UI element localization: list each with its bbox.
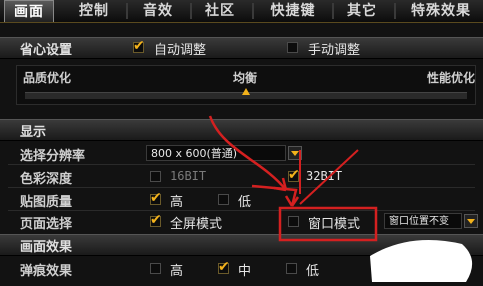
save-settings-bar: 省心设置 自动调整 手动调整 xyxy=(0,37,483,59)
color-32bit-label: 32BIT xyxy=(306,169,343,183)
texture-quality-row: 贴图质量 高 低 xyxy=(0,189,483,210)
tab-hotkeys[interactable]: 快捷键 xyxy=(262,0,324,22)
effects-section-title: 画面效果 xyxy=(20,240,73,255)
tab-bar: 画面 控制 音效 社区 快捷键 其它 特殊效果 xyxy=(0,0,483,23)
display-section-title: 显示 xyxy=(20,125,47,140)
quality-priority-label: 品质优化 xyxy=(23,71,72,85)
tab-special-effects[interactable]: 特殊效果 xyxy=(402,0,480,22)
window-position-arrow-icon[interactable] xyxy=(464,214,478,228)
tab-sound[interactable]: 音效 xyxy=(134,0,182,22)
manual-adjust-label: 手动调整 xyxy=(308,43,361,58)
tab-separator xyxy=(252,3,254,19)
bullet-effect-label: 弹痕效果 xyxy=(20,264,73,279)
windowed-checkbox[interactable] xyxy=(288,216,299,227)
texture-high-checkbox[interactable] xyxy=(150,190,162,206)
save-settings-label: 省心设置 xyxy=(20,43,73,58)
bullet-effect-row: 弹痕效果 高 中 低 xyxy=(0,258,483,279)
balanced-label: 均衡 xyxy=(233,71,258,85)
bullet-low-label: 低 xyxy=(306,264,320,279)
row-divider xyxy=(8,164,475,165)
bullet-high-label: 高 xyxy=(170,264,184,279)
color-depth-row: 色彩深度 16BIT 32BIT xyxy=(0,166,483,187)
texture-high-label: 高 xyxy=(170,195,184,210)
bullet-mid-label: 中 xyxy=(238,264,252,279)
resolution-label: 选择分辨率 xyxy=(20,149,86,164)
tab-separator xyxy=(190,3,192,19)
tab-separator xyxy=(394,3,396,19)
quality-slider-panel: 品质优化 均衡 性能优化 xyxy=(16,65,476,105)
tab-other[interactable]: 其它 xyxy=(340,0,384,22)
page-select-row: 页面选择 全屏模式 窗口模式 窗口位置不变 xyxy=(0,211,483,232)
tab-controls[interactable]: 控制 xyxy=(70,0,118,22)
display-section-header: 显示 xyxy=(0,119,483,141)
window-position-dropdown[interactable]: 窗口位置不变 xyxy=(384,213,462,229)
manual-adjust-checkbox[interactable] xyxy=(287,42,298,53)
tab-separator xyxy=(126,3,128,19)
resolution-row: 选择分辨率 800 x 600(普通) xyxy=(0,143,483,164)
effects-section-header: 画面效果 xyxy=(0,234,483,256)
texture-low-label: 低 xyxy=(238,195,252,210)
bullet-mid-checkbox[interactable] xyxy=(218,259,230,275)
performance-priority-label: 性能优化 xyxy=(426,71,475,85)
windowed-label: 窗口模式 xyxy=(308,217,361,232)
tab-community[interactable]: 社区 xyxy=(198,0,242,22)
tab-separator xyxy=(332,3,334,19)
bullet-high-checkbox[interactable] xyxy=(150,263,161,274)
resolution-dropdown-arrow-icon[interactable] xyxy=(288,146,302,160)
color-32bit-checkbox[interactable] xyxy=(288,167,300,183)
color-depth-label: 色彩深度 xyxy=(20,172,73,187)
resolution-dropdown[interactable]: 800 x 600(普通) xyxy=(146,145,286,161)
texture-low-checkbox[interactable] xyxy=(218,194,229,205)
fullscreen-checkbox[interactable] xyxy=(150,212,162,228)
quality-slider-thumb[interactable] xyxy=(242,88,250,95)
auto-adjust-label: 自动调整 xyxy=(154,43,207,58)
color-16bit-checkbox[interactable] xyxy=(150,171,161,182)
tab-graphics[interactable]: 画面 xyxy=(4,0,54,22)
texture-quality-label: 贴图质量 xyxy=(20,195,73,210)
row-divider xyxy=(8,187,475,188)
fullscreen-label: 全屏模式 xyxy=(170,217,223,232)
auto-adjust-checkbox[interactable] xyxy=(133,38,145,54)
page-select-label: 页面选择 xyxy=(20,217,73,232)
color-16bit-label: 16BIT xyxy=(170,169,207,183)
bullet-low-checkbox[interactable] xyxy=(286,263,297,274)
